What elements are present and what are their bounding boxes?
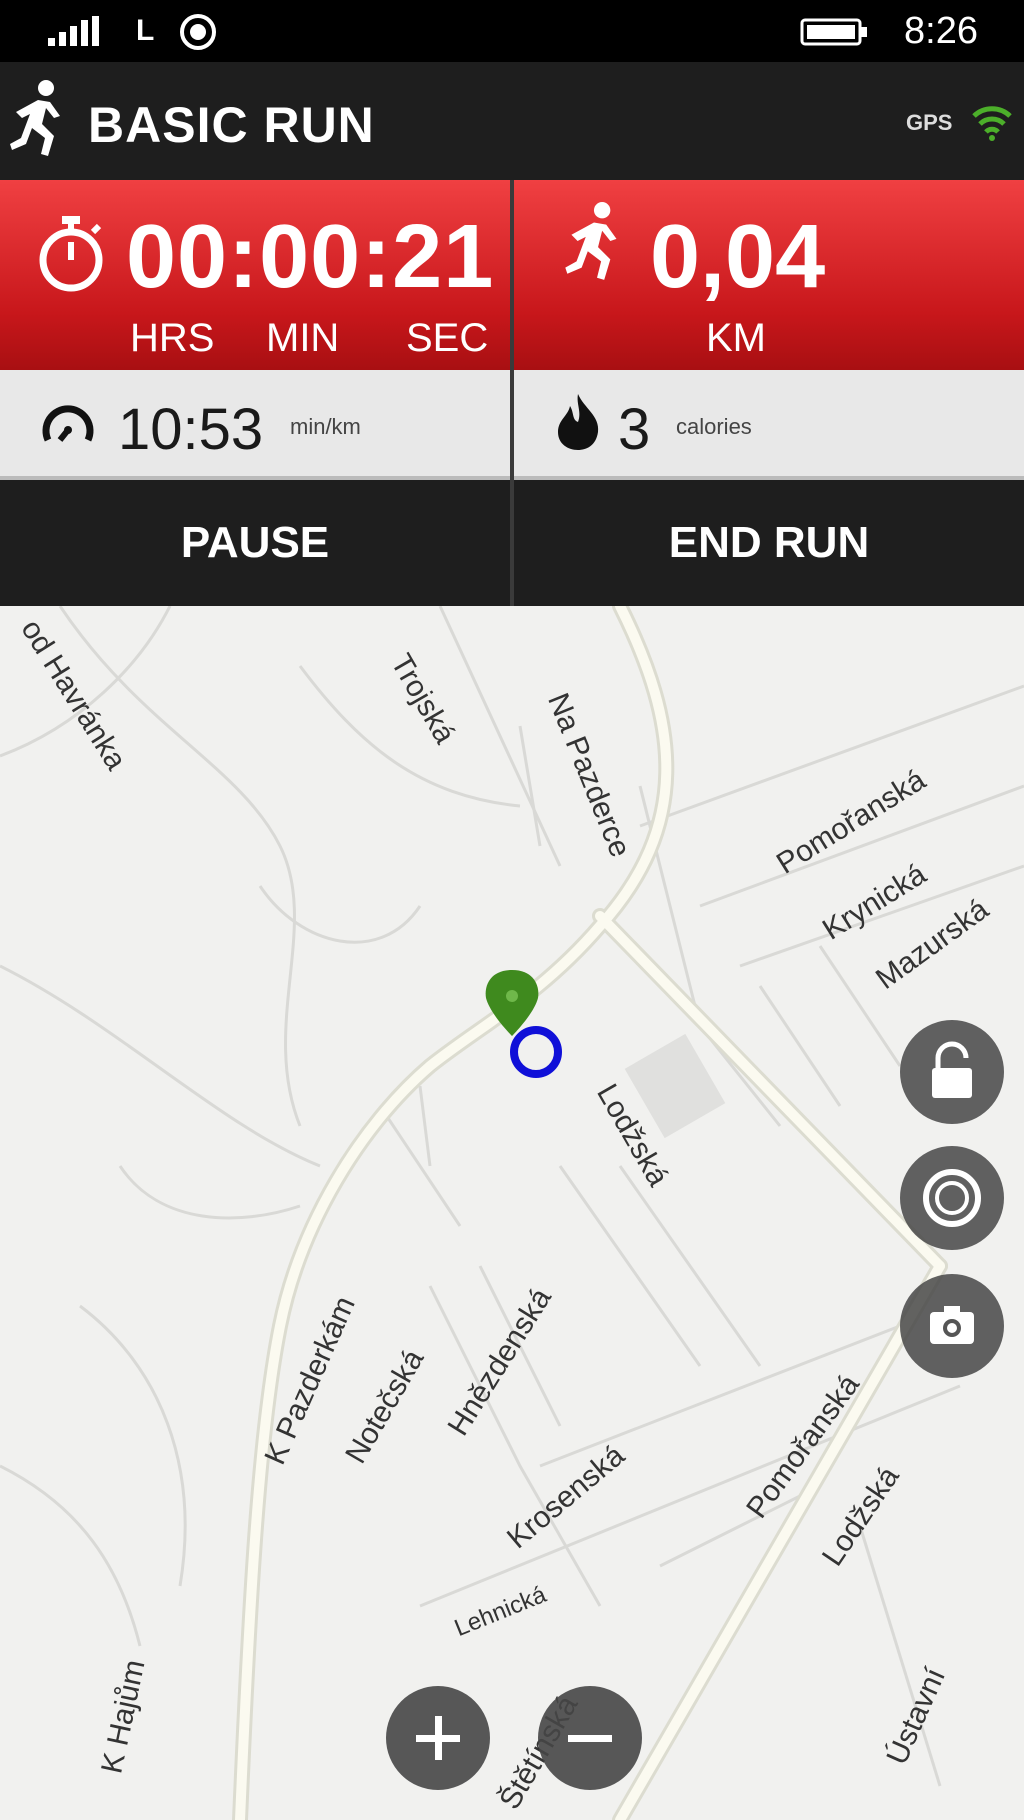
runner-icon <box>558 200 634 291</box>
map-view[interactable]: od Havránka Trojská Na Pazderce Pomořans… <box>0 606 1024 1820</box>
hours-label: HRS <box>130 316 215 360</box>
elapsed-time: 00:00:21 <box>126 207 495 307</box>
record-button[interactable] <box>900 1146 1004 1250</box>
plus-icon <box>416 1716 460 1760</box>
lock-icon <box>932 1041 972 1098</box>
gps-signal-icon <box>970 102 1014 147</box>
distance-value: 0,04 <box>650 207 826 307</box>
pause-button[interactable]: PAUSE <box>0 480 510 606</box>
current-position-marker <box>510 1026 562 1078</box>
pace-panel: 10:53 min/km <box>0 370 510 480</box>
record-icon <box>923 1169 981 1227</box>
network-type: L <box>136 14 155 47</box>
calories-value: 3 <box>618 397 651 462</box>
flame-icon <box>554 392 602 457</box>
calories-panel: 3 calories <box>514 370 1024 480</box>
speedometer-icon <box>40 400 96 455</box>
clock: 8:26 <box>904 10 978 52</box>
app-header: BASIC RUN GPS <box>0 62 1024 180</box>
connectivity-icon <box>178 12 218 57</box>
minutes-label: MIN <box>266 316 340 360</box>
pace-unit: min/km <box>290 414 361 439</box>
seconds-label: SEC <box>406 316 489 360</box>
camera-icon <box>930 1306 974 1344</box>
map-roads <box>0 606 1024 1820</box>
page-title: BASIC RUN <box>88 97 375 153</box>
zoom-out-button[interactable] <box>538 1686 642 1790</box>
timer-panel: 00:00:21 HRS MIN SEC <box>0 180 510 370</box>
calories-unit: calories <box>676 414 752 439</box>
gps-label: GPS <box>906 110 953 135</box>
stopwatch-icon <box>36 216 106 297</box>
minus-icon <box>568 1735 612 1742</box>
zoom-in-button[interactable] <box>386 1686 490 1790</box>
pace-value: 10:53 <box>118 397 264 462</box>
lock-button[interactable] <box>900 1020 1004 1124</box>
status-bar: L 8:26 <box>0 0 1024 62</box>
camera-button[interactable] <box>900 1274 1004 1378</box>
runner-icon <box>8 78 72 167</box>
battery-icon <box>800 18 870 51</box>
end-run-button[interactable]: END RUN <box>514 480 1024 606</box>
distance-unit: KM <box>706 316 766 360</box>
distance-panel: 0,04 KM <box>514 180 1024 370</box>
signal-strength-icon <box>48 16 104 51</box>
